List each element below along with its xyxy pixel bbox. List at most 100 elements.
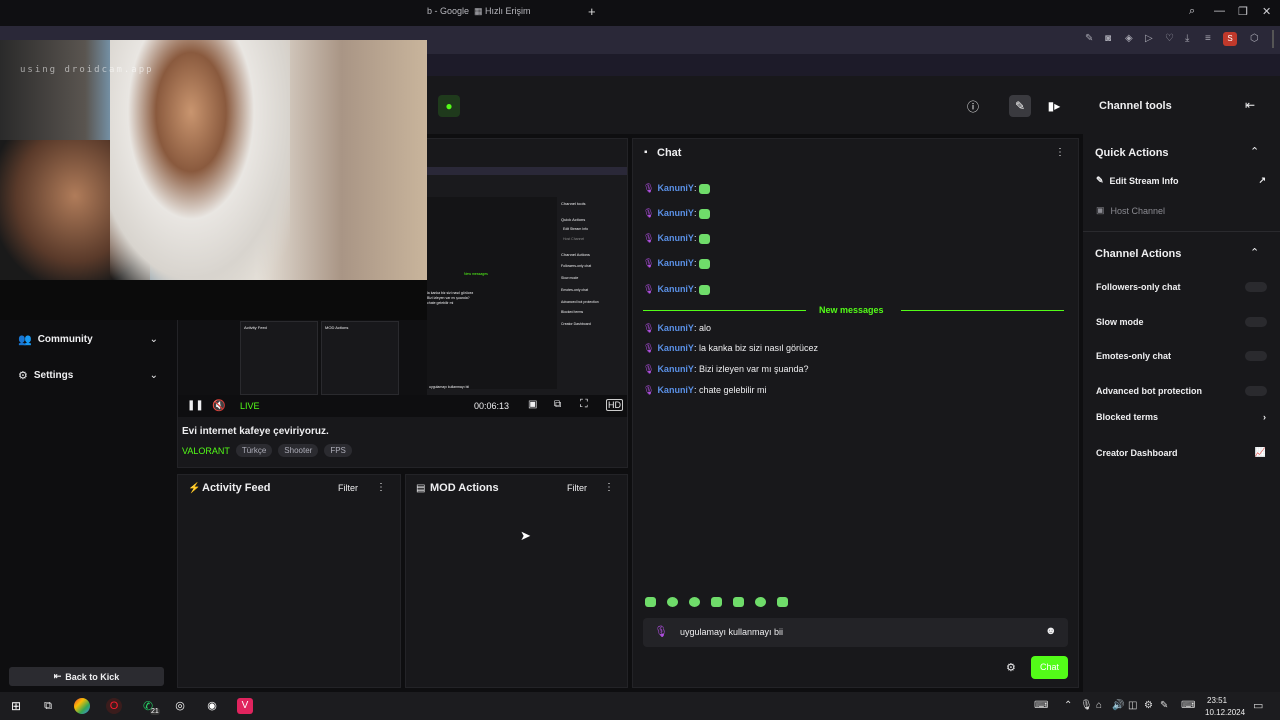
mod-actions-pane: ▤ MOD Actions Filter ⋮ [405,474,628,688]
search-icon[interactable]: ⌕ [1189,5,1195,18]
camera-icon[interactable]: ◙ [1105,33,1111,44]
task-view-icon[interactable]: ⧉ [40,698,56,714]
emote-icon[interactable] [645,597,656,607]
language-icon[interactable]: ⌨ [1181,700,1195,711]
chat-message: 🎙 KanuniY: [643,284,710,295]
emote-icon[interactable] [689,597,700,607]
notification-icon[interactable]: ▭ [1253,699,1263,712]
chevron-right-icon: › [1263,412,1266,422]
maximize-button[interactable]: ❐ [1238,5,1248,18]
browser-tab-hizli-erisim[interactable]: ▦ Hızlı Erişim [474,6,531,17]
pause-icon[interactable]: ❚❚ [187,400,204,411]
collapse-panel-icon[interactable]: ⇤ [1245,98,1255,112]
mic-icon: 🎙 [643,258,655,268]
emote-icon[interactable] [733,597,744,607]
quality-icon[interactable]: HD [606,399,623,411]
emote-icon[interactable] [711,597,722,607]
chrome-icon[interactable] [74,698,90,714]
extensions-icon[interactable]: ⬡ [1250,33,1259,44]
channel-tools-title: Channel tools [1099,100,1172,112]
emotes-only-toggle[interactable] [1245,351,1267,361]
info-icon[interactable]: ⓘ [962,95,984,117]
tray-chevron-icon[interactable]: ⌃ [1064,700,1072,711]
kebab-menu-icon[interactable]: ⋮ [604,482,614,493]
sidebar-item-settings[interactable]: ⚙ Settings ⌄ [18,368,158,382]
browser-tab-google[interactable]: b - Google [427,6,469,16]
back-to-kick-button[interactable]: ⇤ Back to Kick [9,667,164,686]
keyboard-icon[interactable]: ⌨ [1034,700,1048,711]
network-icon[interactable]: ⌂ [1096,700,1102,711]
chat-settings-icon[interactable]: ⚙ [1006,661,1016,674]
mini-chat-line: la kanka biz sizi nasıl görücez [427,291,474,295]
app-icon-circle[interactable]: ◎ [172,698,188,714]
close-window-button[interactable]: ✕ [1262,5,1271,18]
mini-chat-input: uygulamayı kullanmayı bii [429,385,470,389]
mic-icon: 🎙 [643,208,655,218]
heart-icon[interactable]: ♡ [1165,33,1174,44]
tag-fps[interactable]: FPS [324,444,352,457]
slow-mode-toggle[interactable] [1245,317,1267,327]
edit-stream-info-button[interactable]: ✎ Edit Stream Info ↗ [1096,175,1266,186]
chat-input[interactable]: uygulamayı kullanmayı bii [680,627,783,637]
download-icon[interactable]: ⤓ [1185,33,1189,44]
webcam-overlay: using droidcam.app [0,40,427,320]
layout-toggle-icon[interactable]: ▮▸ [1043,95,1065,117]
chevron-up-icon[interactable]: ⌃ [1250,145,1259,158]
host-channel-button[interactable]: ▣ Host Channel [1096,205,1165,216]
webcam-bottom-bar [0,280,427,320]
shield-icon[interactable]: ◈ [1125,33,1133,44]
followers-only-toggle[interactable] [1245,282,1267,292]
tray-app-icon[interactable]: ✎ [1160,700,1168,711]
edit-layout-button[interactable]: ✎ [1009,95,1031,117]
minimize-button[interactable]: — [1214,5,1225,17]
obs-icon[interactable]: ◉ [204,698,220,714]
send-chat-button[interactable]: Chat [1031,656,1068,679]
edit-icon[interactable]: ✎ [1085,33,1093,44]
kebab-menu-icon[interactable]: ⋮ [376,482,386,493]
windows-start-icon[interactable]: ⊞ [8,698,24,714]
creator-dashboard-button[interactable]: Creator Dashboard 📈 [1096,447,1266,458]
tray-app-icon[interactable]: ◫ [1128,700,1137,711]
mini-host-channel: Host Channel [563,237,585,241]
clip-icon[interactable]: ▣ [528,399,537,410]
app-icon-v[interactable]: V [237,698,253,714]
emote-icon[interactable] [667,597,678,607]
emoji-picker-icon[interactable]: ☻ [1045,625,1057,637]
activity-filter-button[interactable]: Filter [338,483,358,493]
volume-icon[interactable]: 🔊 [1112,700,1124,711]
mini-quick-actions: Quick Actions [561,217,586,222]
play-icon[interactable]: ▷ [1145,33,1153,44]
menu-icon[interactable]: ≡ [1205,33,1211,44]
mute-icon[interactable]: 🔇 [212,399,226,412]
mic-icon: 🎙 [643,323,655,333]
chat-message: 🎙 KanuniY: chate gelebilir mi [643,385,767,395]
sidebar-divider [1272,30,1274,48]
chat-input-box[interactable]: 🎙 uygulamayı kullanmayı bii ☻ [643,618,1068,647]
tag-shooter[interactable]: Shooter [278,444,319,457]
tray-app-icon[interactable]: ⚙ [1144,700,1153,711]
activity-feed-title: Activity Feed [202,482,271,494]
chat-message: 🎙 KanuniY: alo [643,323,711,333]
taskbar-date[interactable]: 10.12.2024 [1205,708,1245,717]
mod-filter-button[interactable]: Filter [567,483,587,493]
kebab-menu-icon[interactable]: ⋮ [1055,147,1065,158]
microphone-icon[interactable]: 🎙 [1080,700,1093,711]
emote-icon[interactable] [777,597,788,607]
fullscreen-icon[interactable]: ⛶ [580,398,588,411]
sidebar-item-community[interactable]: 👥 Community ⌄ [18,332,158,346]
taskbar-time[interactable]: 23:51 [1207,696,1227,705]
chat-message: 🎙 KanuniY: [643,233,710,244]
opera-icon[interactable]: O [106,698,122,714]
chevron-up-icon[interactable]: ⌃ [1250,246,1259,259]
new-messages-label: New messages [819,305,884,315]
advanced-bot-toggle[interactable] [1245,386,1267,396]
chat-bubble-icon[interactable]: ● [438,95,460,117]
tag-turkce[interactable]: Türkçe [235,444,273,457]
stream-category[interactable]: VALORANT [182,446,230,456]
new-messages-divider [901,310,1064,311]
pip-icon[interactable]: ⧉ [554,399,561,410]
blocked-terms-button[interactable]: Blocked terms › [1096,412,1266,422]
profile-avatar[interactable]: S [1223,32,1237,46]
new-tab-button[interactable]: + [588,4,596,19]
emote-icon[interactable] [755,597,766,607]
